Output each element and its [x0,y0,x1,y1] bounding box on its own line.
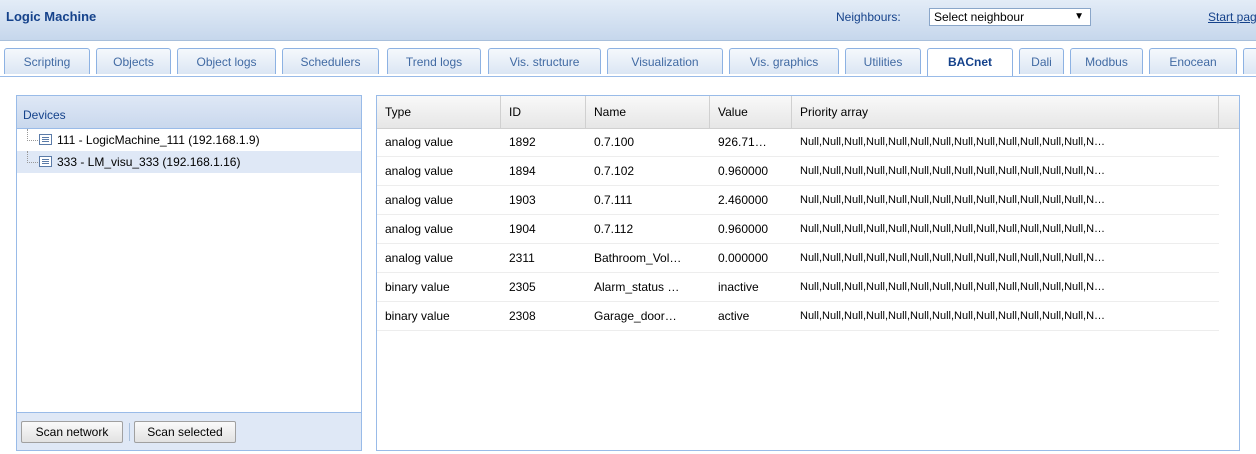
cell-name: Bathroom_Vol… [594,251,682,265]
cell-id: 2311 [509,251,535,265]
table-row[interactable]: analog value 1894 0.7.102 0.960000 Null,… [377,157,1219,186]
device-icon [39,134,52,145]
cell-priority-array: Null,Null,Null,Null,Null,Null,Null,Null,… [800,310,1106,322]
neighbours-label: Neighbours: [836,10,901,24]
table-row[interactable]: analog value 1904 0.7.112 0.960000 Null,… [377,215,1219,244]
tab-overflow[interactable] [1243,48,1256,74]
tree-connector [27,129,38,141]
table-row[interactable]: analog value 1892 0.7.100 926.71… Null,N… [377,128,1219,157]
cell-priority-array: Null,Null,Null,Null,Null,Null,Null,Null,… [800,223,1106,235]
app-header: Logic Machine Neighbours: Select neighbo… [0,0,1256,41]
device-icon [39,156,52,167]
scan-network-button[interactable]: Scan network [21,421,123,443]
tab-enocean[interactable]: Enocean [1149,48,1237,74]
cell-name: 0.7.112 [594,222,634,236]
cell-priority-array: Null,Null,Null,Null,Null,Null,Null,Null,… [800,252,1106,264]
cell-priority-array: Null,Null,Null,Null,Null,Null,Null,Null,… [800,165,1106,177]
tab-schedulers[interactable]: Schedulers [282,48,379,74]
cell-id: 1894 [509,164,536,178]
cell-type: binary value [385,309,450,323]
cell-id: 1903 [509,193,536,207]
cell-id: 1904 [509,222,536,236]
column-header-id[interactable]: ID [501,96,586,128]
cell-name: 0.7.100 [594,135,635,149]
device-label: 333 - LM_visu_333 (192.168.1.16) [57,155,241,169]
toolbar-separator [129,423,130,441]
tab-object-logs[interactable]: Object logs [177,48,276,74]
tab-scripting[interactable]: Scripting [4,48,90,74]
device-tree-item[interactable]: 111 - LogicMachine_111 (192.168.1.9) [17,129,361,151]
device-tree-item[interactable]: 333 - LM_visu_333 (192.168.1.16) [17,151,361,173]
column-header-value[interactable]: Value [710,96,792,128]
cell-type: analog value [385,251,454,265]
cell-priority-array: Null,Null,Null,Null,Null,Null,Null,Null,… [800,136,1106,148]
devices-panel: Devices 111 - LogicMachine_111 (192.168.… [16,95,362,451]
tab-objects[interactable]: Objects [96,48,171,74]
cell-value: inactive [718,280,759,294]
neighbour-select[interactable]: Select neighbour ▼ [929,8,1091,26]
dropdown-arrow-icon: ▼ [1074,11,1084,22]
column-header-type[interactable]: Type [377,96,501,128]
cell-value: active [718,309,750,323]
tab-bar: Scripting Objects Object logs Schedulers… [0,48,1256,77]
bacnet-objects-grid: Type ID Name Value Priority array analog… [376,95,1240,451]
cell-type: analog value [385,222,454,236]
cell-priority-array: Null,Null,Null,Null,Null,Null,Null,Null,… [800,194,1106,206]
app-title: Logic Machine [6,9,97,24]
table-row[interactable]: binary value 2308 Garage_door… active Nu… [377,302,1219,331]
tab-vis-graphics[interactable]: Vis. graphics [729,48,839,74]
cell-type: analog value [385,164,454,178]
cell-type: binary value [385,280,450,294]
neighbour-select-value: Select neighbour [934,10,1025,24]
cell-name: 0.7.102 [594,164,635,178]
cell-id: 1892 [509,135,536,149]
cell-name: 0.7.111 [594,193,633,207]
tab-dali[interactable]: Dali [1019,48,1064,74]
column-header-name[interactable]: Name [586,96,710,128]
cell-name: Alarm_status … [594,280,680,294]
tab-trend-logs[interactable]: Trend logs [387,48,481,74]
devices-panel-title: Devices [17,96,361,129]
cell-name: Garage_door… [594,309,677,323]
cell-id: 2308 [509,309,536,323]
tab-modbus[interactable]: Modbus [1070,48,1143,74]
tab-utilities[interactable]: Utilities [845,48,921,74]
table-row[interactable]: analog value 1903 0.7.111 2.460000 Null,… [377,186,1219,215]
scan-selected-button[interactable]: Scan selected [134,421,236,443]
column-header-priority-array[interactable]: Priority array [792,96,1219,128]
start-page-link[interactable]: Start page [1208,10,1256,24]
cell-type: analog value [385,193,454,207]
table-row[interactable]: binary value 2305 Alarm_status … inactiv… [377,273,1219,302]
cell-priority-array: Null,Null,Null,Null,Null,Null,Null,Null,… [800,281,1106,293]
grid-header: Type ID Name Value Priority array [377,96,1239,129]
cell-value: 0.960000 [718,164,769,178]
cell-value: 0.000000 [718,251,769,265]
tree-connector [27,151,38,163]
tab-visualization[interactable]: Visualization [607,48,723,74]
table-row[interactable]: analog value 2311 Bathroom_Vol… 0.000000… [377,244,1219,273]
cell-value: 2.460000 [718,193,769,207]
devices-toolbar: Scan network Scan selected [17,412,361,450]
cell-value: 926.71… [718,135,767,149]
cell-type: analog value [385,135,454,149]
tab-vis-structure[interactable]: Vis. structure [488,48,601,74]
device-label: 111 - LogicMachine_111 (192.168.1.9) [57,133,260,147]
tab-bacnet[interactable]: BACnet [927,48,1013,76]
cell-id: 2305 [509,280,536,294]
cell-value: 0.960000 [718,222,769,236]
